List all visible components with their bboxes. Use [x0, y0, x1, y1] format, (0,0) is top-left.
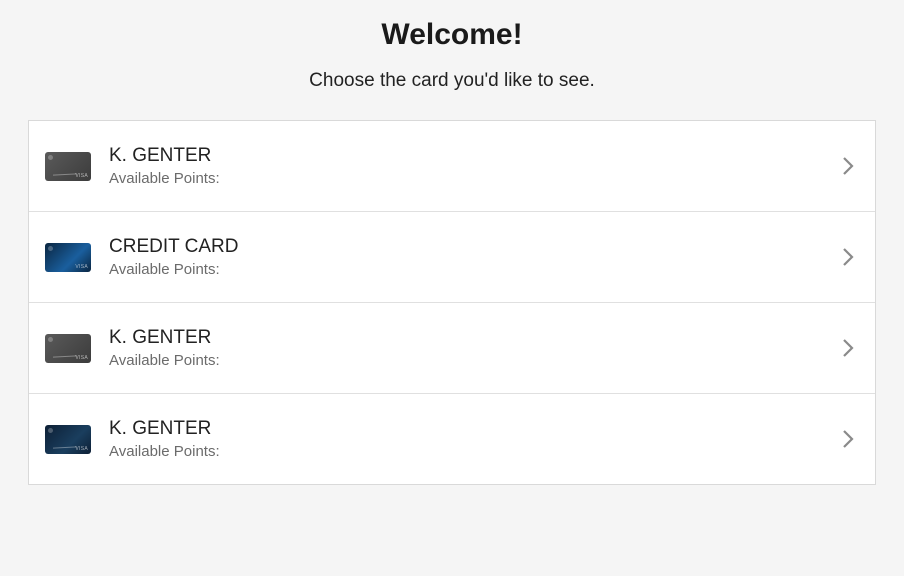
page-subtitle: Choose the card you'd like to see. [0, 70, 904, 92]
chevron-right-icon [841, 432, 855, 446]
card-info: CREDIT CARD Available Points: [109, 236, 841, 278]
card-points-label: Available Points: [109, 352, 841, 369]
card-thumbnail-icon: VISA [45, 152, 91, 181]
card-thumbnail-icon: VISA [45, 243, 91, 272]
card-holder-name: K. GENTER [109, 418, 841, 440]
card-info: K. GENTER Available Points: [109, 145, 841, 187]
card-row[interactable]: VISA K. GENTER Available Points: [29, 121, 875, 212]
card-list: VISA K. GENTER Available Points: VISA CR… [28, 120, 876, 485]
card-thumbnail-icon: VISA [45, 425, 91, 454]
chevron-right-icon [841, 341, 855, 355]
page-title: Welcome! [0, 18, 904, 52]
card-points-label: Available Points: [109, 443, 841, 460]
card-thumbnail-icon: VISA [45, 334, 91, 363]
card-points-label: Available Points: [109, 170, 841, 187]
card-holder-name: CREDIT CARD [109, 236, 841, 258]
card-points-label: Available Points: [109, 261, 841, 278]
card-row[interactable]: VISA K. GENTER Available Points: [29, 394, 875, 484]
card-holder-name: K. GENTER [109, 145, 841, 167]
header: Welcome! Choose the card you'd like to s… [0, 0, 904, 120]
card-holder-name: K. GENTER [109, 327, 841, 349]
card-info: K. GENTER Available Points: [109, 418, 841, 460]
card-row[interactable]: VISA K. GENTER Available Points: [29, 303, 875, 394]
chevron-right-icon [841, 159, 855, 173]
card-row[interactable]: VISA CREDIT CARD Available Points: [29, 212, 875, 303]
card-info: K. GENTER Available Points: [109, 327, 841, 369]
chevron-right-icon [841, 250, 855, 264]
